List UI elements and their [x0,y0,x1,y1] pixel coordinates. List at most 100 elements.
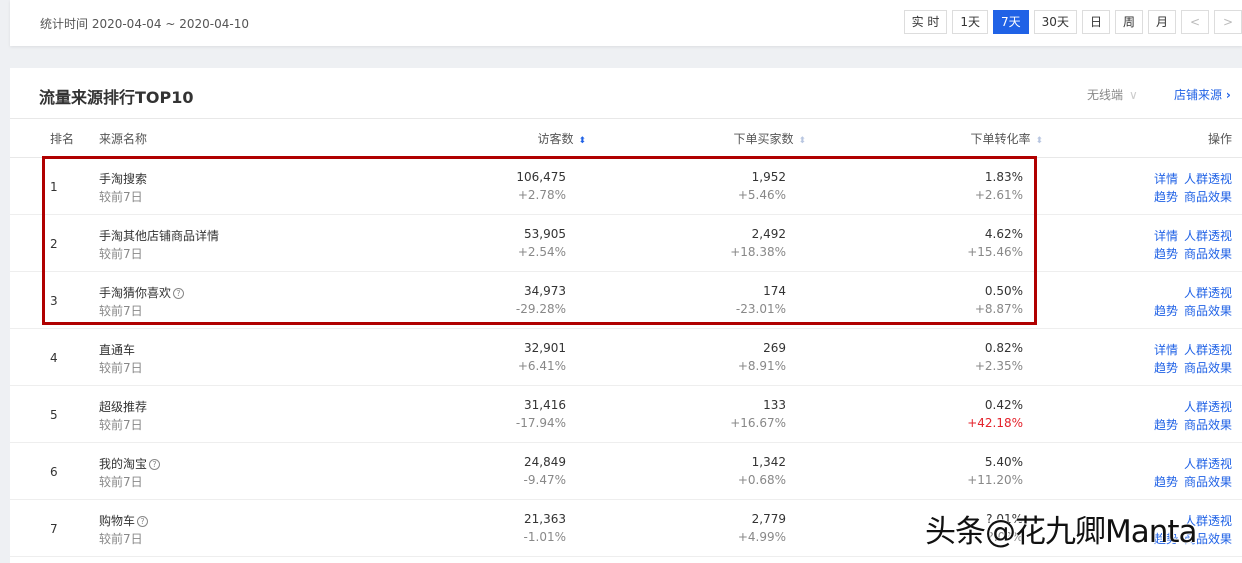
table-row: 4 直通车 较前7日 32,901 +6.41% 269 +8.91% 0.82% +2.35%… [10,329,1242,386]
sort-icon[interactable]: ⬍ [798,136,806,146]
rank-cell: 6 [50,465,58,479]
header-name: 来源名称 [99,132,148,146]
crowd-link[interactable]: 人群透视 [1184,400,1232,414]
device-select[interactable]: 无线端 ∨ [1087,86,1138,103]
crowd-link[interactable]: 人群透视 [1184,172,1232,186]
crowd-link[interactable]: 人群透视 [1184,343,1232,357]
rate-change: +8.87% [974,302,1023,316]
visitors-value: 31,416 [524,398,566,412]
visitors-change: -9.47% [523,473,566,487]
actions-line1: 人群透视 [1178,284,1232,301]
rate-value: 0.50% [984,284,1023,298]
buyers-value: 174 [763,284,786,298]
goods-link[interactable]: 商品效果 [1184,190,1232,204]
traffic-source-card: 流量来源排行TOP10 无线端 ∨ 店铺来源 › 排名 来源名称 访客数 ⬍ 下单买… [10,68,1242,563]
header-buyers[interactable]: 下单买家数 ⬍ [733,130,806,147]
trend-link[interactable]: 趋势 [1154,304,1178,318]
trend-link[interactable]: 趋势 [1154,418,1178,432]
header-rate[interactable]: 下单转化率 ⬍ [970,130,1043,147]
goods-link[interactable]: 商品效果 [1184,247,1232,261]
compare-label: 较前7日 [99,418,143,432]
range-button-2[interactable]: 7天 [993,10,1029,34]
visitors-change: -1.01% [523,530,566,544]
range-button-4[interactable]: 日 [1081,10,1110,34]
rank-cell: 5 [50,408,58,422]
header-buyers-label: 下单买家数 [733,132,794,146]
actions-line2: 趋势 商品效果 [1148,416,1232,433]
store-source-link[interactable]: 店铺来源 › [1174,86,1231,103]
header-visitors-label: 访客数 [537,132,574,146]
crowd-link[interactable]: 人群透视 [1184,286,1232,300]
range-button-1[interactable]: 1天 [952,10,989,34]
chevron-down-icon: ∨ [1129,88,1138,102]
range-button-6[interactable]: 月 [1147,10,1176,34]
table-row: 6 我的淘宝? 较前7日 24,849 -9.47% 1,342 +0.68% 5.40% +1… [10,443,1242,500]
visitors-value: 53,905 [524,227,566,241]
actions-line2: 趋势 商品效果 [1148,188,1232,205]
help-icon[interactable]: ? [173,288,185,299]
source-name-label: 手淘其他店铺商品详情 [99,229,220,243]
buyers-value: 1,342 [751,455,786,469]
sort-icon[interactable]: ⬍ [1035,136,1043,146]
crowd-link[interactable]: 人群透视 [1184,229,1232,243]
help-icon[interactable]: ? [149,459,161,470]
actions-line1: 详情 人群透视 [1148,341,1232,358]
rank-cell: 2 [50,237,58,251]
header-visitors[interactable]: 访客数 ⬍ [537,130,586,147]
buyers-value: 2,779 [751,512,786,526]
rate-change: +2.35% [974,359,1023,373]
actions-line2: 趋势 商品效果 [1148,359,1232,376]
divider [10,118,1242,119]
goods-link[interactable]: 商品效果 [1184,418,1232,432]
range-button-5[interactable]: 周 [1114,10,1143,34]
range-button-3[interactable]: 30天 [1033,10,1077,34]
sort-icon[interactable]: ⬍ [578,136,586,146]
rate-change: +2.61% [974,188,1023,202]
next-arrow-icon[interactable]: > [1214,10,1242,34]
range-button-0[interactable]: 实 时 [903,10,948,34]
goods-link[interactable]: 商品效果 [1184,361,1232,375]
detail-link[interactable]: 详情 [1154,172,1178,186]
prev-arrow-icon[interactable]: < [1181,10,1209,34]
source-name-label: 手淘猜你喜欢 [99,286,172,300]
actions-line2: 趋势 商品效果 [1148,302,1232,319]
detail-link[interactable]: 详情 [1154,229,1178,243]
crowd-link[interactable]: 人群透视 [1184,457,1232,471]
detail-link[interactable]: 详情 [1154,343,1178,357]
source-name: 我的淘宝? [99,455,161,472]
trend-link[interactable]: 趋势 [1154,247,1178,261]
buyers-change: +8.91% [737,359,786,373]
compare-label: 较前7日 [99,475,143,489]
trend-link[interactable]: 趋势 [1154,475,1178,489]
visitors-value: 21,363 [524,512,566,526]
chevron-right-icon: › [1225,88,1231,102]
actions-line1: 人群透视 [1178,455,1232,472]
buyers-value: 1,952 [751,170,786,184]
source-name: 超级推荐 [99,398,147,415]
header-action: 操作 [1207,132,1232,146]
rate-value: 4.62% [984,227,1023,241]
table-row: 5 超级推荐 较前7日 31,416 -17.94% 133 +16.67% 0.42% +42… [10,386,1242,443]
table-row: 3 手淘猜你喜欢? 较前7日 34,973 -29.28% 174 -23.01% 0.50%… [10,272,1242,329]
source-name: 手淘搜索 [99,170,147,187]
rate-change: +15.46% [967,245,1023,259]
visitors-value: 34,973 [524,284,566,298]
rate-value: 0.42% [984,398,1023,412]
trend-link[interactable]: 趋势 [1154,361,1178,375]
buyers-change: +18.38% [730,245,786,259]
trend-link[interactable]: 趋势 [1154,190,1178,204]
buyers-value: 2,492 [751,227,786,241]
source-name-label: 我的淘宝 [99,457,148,471]
buyers-change: +0.68% [737,473,786,487]
help-icon[interactable]: ? [137,516,149,527]
compare-label: 较前7日 [99,361,143,375]
rate-value: 5.40% [984,455,1023,469]
watermark: 头条@花九卿Manta [925,514,1198,550]
goods-link[interactable]: 商品效果 [1184,304,1232,318]
buyers-change: +4.99% [737,530,786,544]
visitors-value: 32,901 [524,341,566,355]
rank-cell: 7 [50,522,58,536]
actions-line1: 详情 人群透视 [1148,170,1232,187]
buyers-value: 133 [763,398,786,412]
goods-link[interactable]: 商品效果 [1184,475,1232,489]
